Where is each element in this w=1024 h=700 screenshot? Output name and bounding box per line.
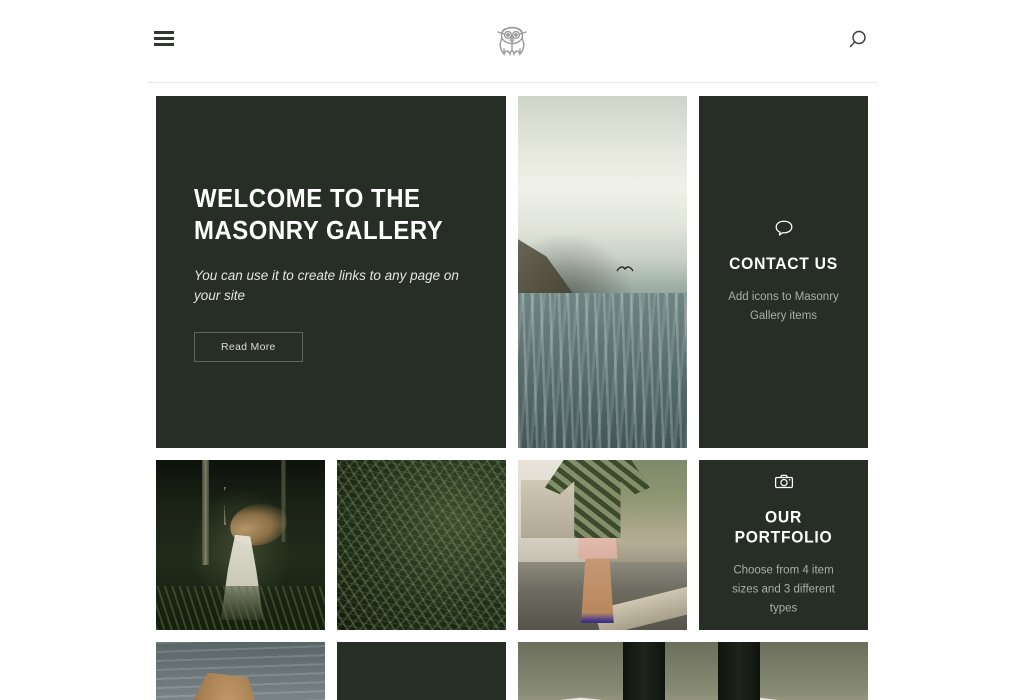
read-more-button[interactable]: Read More — [194, 332, 303, 362]
right-leg-shape — [717, 642, 760, 700]
cliff-ocean-photo[interactable] — [518, 96, 687, 448]
bird-icon — [616, 265, 634, 273]
braided-girl-photo[interactable] — [156, 642, 325, 700]
contact-us-text: Add icons to Masonry Gallery items — [728, 291, 839, 322]
contact-us-tile[interactable]: CONTACT US Add icons to Masonry Gallery … — [699, 96, 868, 448]
masonry-grid: WELCOME TO THE MASONRY GALLERY You can u… — [156, 96, 868, 700]
our-portfolio-content: OUR PORTFOLIO Choose from 4 item sizes a… — [721, 472, 846, 619]
pine-branches-photo[interactable] — [337, 460, 506, 630]
hamburger-bar — [154, 37, 174, 40]
masonry-gallery: WELCOME TO THE MASONRY GALLERY You can u… — [0, 83, 1024, 700]
cliff-ocean-image — [518, 96, 687, 448]
hero-subtitle: You can use it to create links to any pa… — [194, 268, 459, 303]
hero-title-line2: MASONRY GALLERY — [194, 215, 444, 245]
site-header — [0, 0, 1024, 83]
our-portfolio-title: OUR PORTFOLIO — [734, 507, 833, 547]
our-portfolio-tile[interactable]: OUR PORTFOLIO Choose from 4 item sizes a… — [699, 460, 868, 630]
about-us-tile[interactable]: ABOUT US — [337, 642, 506, 700]
van-traveler-photo[interactable] — [518, 460, 687, 630]
contact-us-content: CONTACT US Add icons to Masonry Gallery … — [721, 218, 846, 326]
snow-walk-photo[interactable] — [518, 642, 868, 700]
left-leg-shape — [623, 642, 665, 700]
hero-title-line1: WELCOME TO THE — [194, 183, 421, 213]
snow-walk-image — [518, 642, 868, 700]
hamburger-bar — [154, 43, 174, 46]
forest-dancer-image — [156, 460, 325, 630]
braided-girl-image — [156, 642, 325, 700]
forest-ground-shape — [156, 585, 325, 630]
hero-tile[interactable]: WELCOME TO THE MASONRY GALLERY You can u… — [156, 96, 506, 448]
hamburger-bar — [154, 31, 174, 34]
our-portfolio-text: Choose from 4 item sizes and 3 different… — [732, 564, 835, 615]
pine-branches-image — [337, 460, 506, 630]
camera-icon — [774, 472, 794, 492]
search-icon[interactable] — [846, 28, 870, 52]
snow-band-shape — [518, 696, 868, 700]
van-traveler-image — [518, 460, 687, 630]
hamburger-menu-icon[interactable] — [154, 31, 174, 47]
header-inner — [148, 0, 876, 83]
ocean-waves-shape — [518, 293, 687, 448]
owl-logo[interactable] — [489, 17, 535, 63]
forest-dancer-photo[interactable] — [156, 460, 325, 630]
contact-us-title: CONTACT US — [729, 254, 838, 273]
tree-trunk-shape — [201, 460, 209, 566]
speech-bubble-icon — [774, 218, 794, 238]
hero-content: WELCOME TO THE MASONRY GALLERY You can u… — [194, 182, 472, 362]
hero-title: WELCOME TO THE MASONRY GALLERY — [194, 182, 450, 246]
